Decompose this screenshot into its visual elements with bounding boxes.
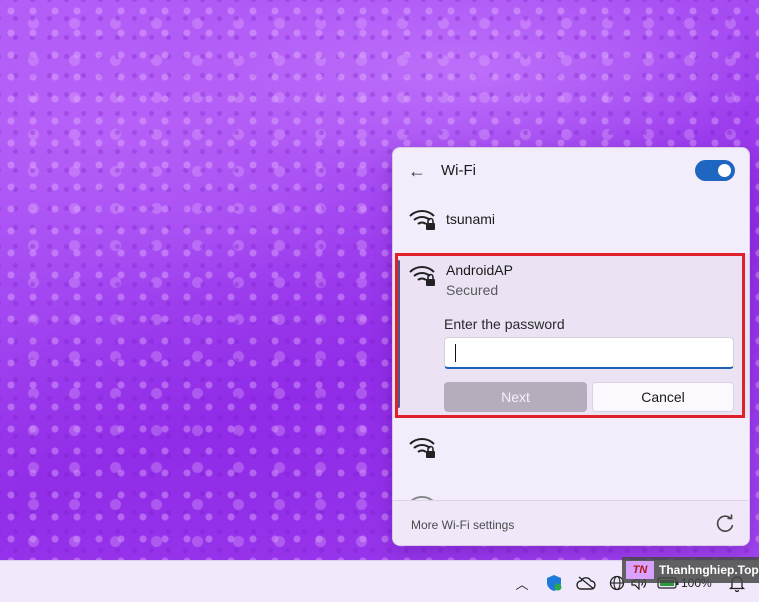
selection-indicator [397,260,400,408]
cloud-icon[interactable] [576,573,596,593]
network-item[interactable] [393,428,749,468]
network-name: AndroidAP [446,262,513,278]
flyout-header: ← Wi-Fi [393,148,749,194]
watermark-text: Thanhnghiep.Top [659,563,759,577]
defender-icon[interactable] [545,573,563,593]
wifi-lock-icon [409,210,435,230]
network-item-tsunami[interactable]: tsunami [393,200,749,246]
more-wifi-settings-link[interactable]: More Wi-Fi settings [411,518,514,532]
watermark-logo: TN [626,561,654,579]
network-name: tsunami [446,211,496,227]
next-button[interactable]: Next [444,382,587,412]
back-arrow-icon[interactable]: ← [407,161,427,181]
toggle-knob [718,164,731,177]
password-label: Enter the password [444,316,565,332]
wifi-icon [410,496,434,500]
wifi-lock-icon [409,266,435,286]
watermark: TN Thanhnghiep.Top [622,557,759,583]
network-item-androidap: AndroidAP Secured Enter the password Nex… [393,254,749,418]
chevron-up-icon[interactable]: ︿ [513,573,531,593]
text-caret [455,344,456,362]
wifi-lock-icon [409,438,435,458]
password-input[interactable] [444,337,734,369]
refresh-icon[interactable] [714,513,736,535]
flyout-title: Wi-Fi [441,162,476,179]
cancel-button[interactable]: Cancel [592,382,734,412]
flyout-footer: More Wi-Fi settings [393,500,749,545]
network-status: Secured [446,282,499,298]
wifi-toggle[interactable] [695,160,735,181]
wifi-flyout: ← Wi-Fi tsunami AndroidAP Secured Enter … [392,147,750,546]
network-item[interactable] [393,488,749,500]
